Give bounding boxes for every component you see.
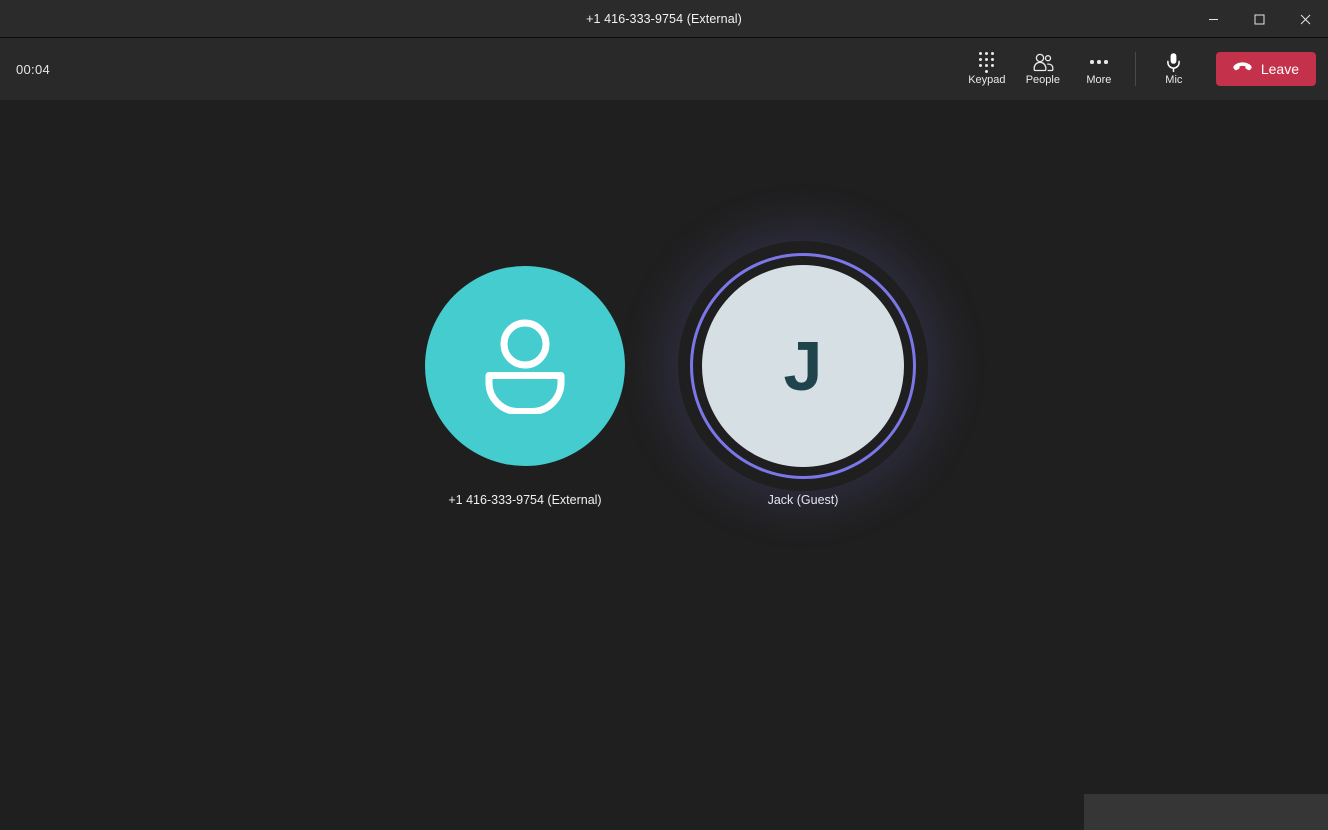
- maximize-icon: [1254, 14, 1264, 24]
- teams-call-window: +1 416-333-9754 (External) 00:04 Keypad …: [0, 0, 1328, 830]
- hangup-icon: [1233, 61, 1252, 77]
- call-toolbar: 00:04 Keypad People More Mic Leave: [0, 38, 1328, 100]
- maximize-button[interactable]: [1236, 0, 1282, 38]
- people-button-label: People: [1025, 74, 1060, 86]
- microphone-icon: [1166, 52, 1181, 72]
- avatar: [425, 266, 625, 466]
- more-button-label: More: [1086, 74, 1112, 86]
- leave-button-label: Leave: [1260, 61, 1299, 77]
- participant-name: Jack (Guest): [767, 493, 839, 507]
- toolbar-divider: [1134, 52, 1136, 86]
- call-timer: 00:04: [16, 61, 51, 77]
- close-button[interactable]: [1282, 0, 1328, 38]
- participant-name: +1 416-333-9754 (External): [448, 493, 602, 507]
- more-button[interactable]: More: [1071, 43, 1127, 95]
- more-icon: [1090, 52, 1108, 72]
- leave-button[interactable]: Leave: [1215, 52, 1316, 86]
- toolbar-actions: Keypad People More Mic Leave: [959, 43, 1316, 95]
- minimize-icon: [1208, 18, 1218, 20]
- avatar-wrapper: J: [688, 251, 918, 481]
- window-title: +1 416-333-9754 (External): [586, 11, 742, 26]
- keypad-button[interactable]: Keypad: [959, 43, 1015, 95]
- call-stage: +1 416-333-9754 (External) J Jack (Guest…: [0, 100, 1328, 830]
- keypad-button-label: Keypad: [968, 74, 1006, 86]
- avatar: J: [702, 265, 904, 467]
- keypad-icon: [979, 51, 995, 73]
- avatar-wrapper: [410, 251, 640, 481]
- people-button[interactable]: People: [1015, 43, 1071, 95]
- title-bar: +1 416-333-9754 (External): [0, 0, 1328, 38]
- mic-button-label: Mic: [1165, 74, 1183, 86]
- participant-tile[interactable]: J Jack (Guest): [688, 251, 918, 507]
- participants-grid: +1 416-333-9754 (External) J Jack (Guest…: [0, 251, 1328, 507]
- self-view-tile[interactable]: T: [1084, 794, 1328, 830]
- participant-tile[interactable]: +1 416-333-9754 (External): [410, 251, 640, 507]
- minimize-button[interactable]: [1190, 0, 1236, 38]
- people-icon: [1032, 52, 1054, 72]
- person-icon: [485, 319, 565, 414]
- mic-button[interactable]: Mic: [1146, 43, 1202, 95]
- window-controls: [1190, 0, 1328, 38]
- close-icon: [1300, 14, 1310, 24]
